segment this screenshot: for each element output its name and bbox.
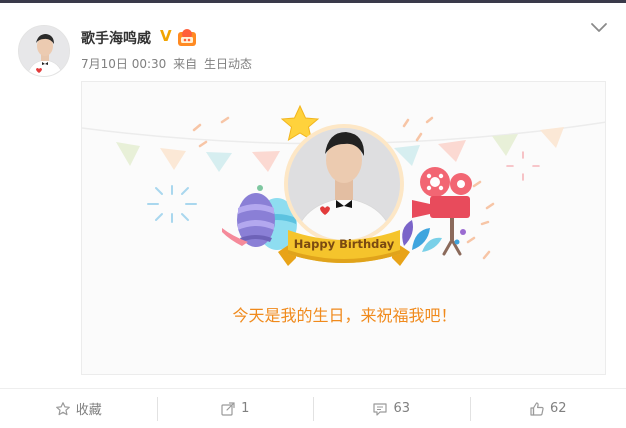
like-count: 62 [549, 401, 567, 416]
birthday-portrait [284, 124, 404, 244]
member-badge-icon[interactable] [177, 28, 197, 48]
birthday-card[interactable]: Happy Birthday 今天是我的生日，来祝福我吧！ [81, 81, 606, 375]
comment-button[interactable]: 63 [313, 396, 470, 421]
post-source[interactable]: 生日动态 [204, 57, 252, 71]
repost-count: 1 [241, 401, 250, 416]
favorite-label: 收藏 [75, 403, 102, 418]
author-name[interactable]: 歌手海鸣威 [81, 28, 151, 48]
repost-icon [221, 401, 235, 416]
leaves [402, 220, 442, 252]
avatar-photo [19, 26, 69, 76]
repost-button[interactable]: 1 [156, 396, 314, 421]
ribbon-text: Happy Birthday [294, 237, 395, 251]
verified-badge-icon[interactable]: V [160, 27, 172, 45]
like-button[interactable]: 62 [469, 396, 626, 421]
star-outline-icon [55, 401, 70, 415]
author-avatar[interactable] [18, 25, 70, 77]
post-meta: 7月10日 00:30 来自 生日动态 [81, 55, 255, 72]
favorite-button[interactable]: 收藏 [0, 397, 157, 421]
birthday-illustration: Happy Birthday [82, 104, 605, 266]
sparkle-left [147, 185, 197, 223]
action-bar: 收藏 1 63 62 [0, 388, 626, 428]
source-prefix: 来自 [173, 57, 198, 71]
weibo-post: 歌手海鸣威 V 7月10日 00:30 来自 生日动态 Happy Birthd… [0, 3, 626, 428]
comment-count: 63 [393, 401, 411, 416]
sparkle-right [506, 151, 540, 181]
post-time[interactable]: 7月10日 00:30 [81, 57, 166, 71]
chevron-down-icon[interactable] [590, 21, 608, 35]
thumbs-up-icon [530, 401, 544, 416]
comment-icon [373, 402, 388, 416]
birthday-message: 今天是我的生日，来祝福我吧！ [232, 306, 457, 325]
